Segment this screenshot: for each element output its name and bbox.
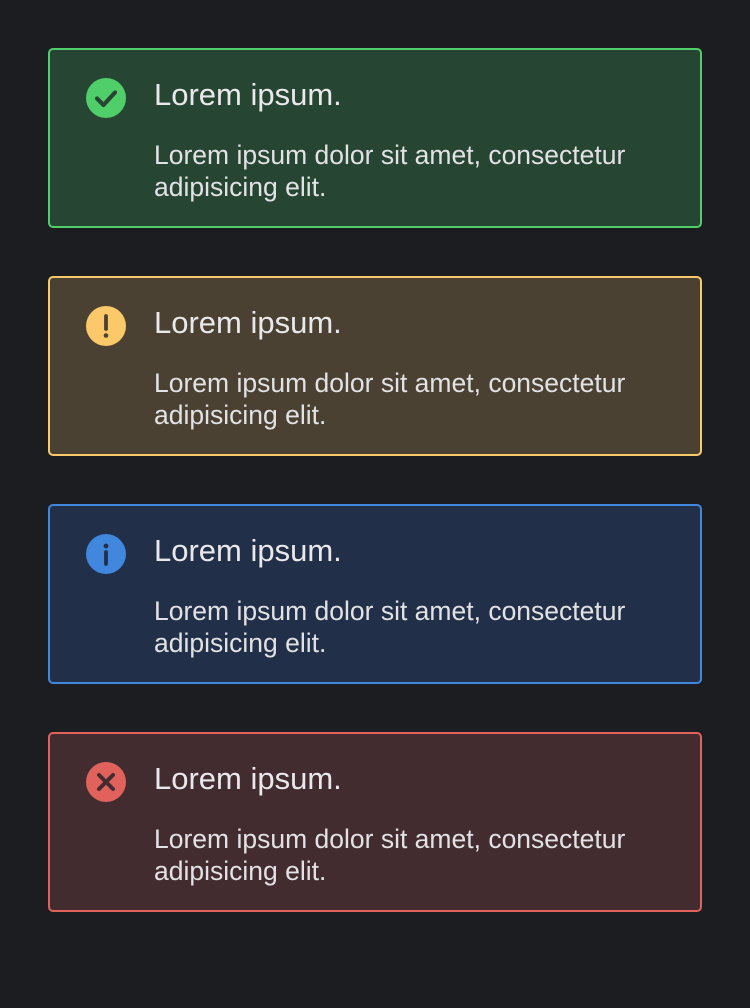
success-alert: Lorem ipsum. Lorem ipsum dolor sit amet,…	[48, 48, 702, 228]
exclamation-circle-icon	[86, 306, 126, 346]
alert-message: Lorem ipsum dolor sit amet, consectetur …	[154, 824, 626, 886]
alert-title: Lorem ipsum.	[154, 761, 342, 796]
alert-message: Lorem ipsum dolor sit amet, consectetur …	[154, 596, 626, 658]
alert-title: Lorem ipsum.	[154, 305, 342, 340]
check-circle-icon	[86, 78, 126, 118]
info-alert: Lorem ipsum. Lorem ipsum dolor sit amet,…	[48, 504, 702, 684]
x-circle-icon	[86, 762, 126, 802]
error-alert: Lorem ipsum. Lorem ipsum dolor sit amet,…	[48, 732, 702, 912]
alert-title: Lorem ipsum.	[154, 77, 342, 112]
alert-title: Lorem ipsum.	[154, 533, 342, 568]
warning-alert: Lorem ipsum. Lorem ipsum dolor sit amet,…	[48, 276, 702, 456]
alert-message: Lorem ipsum dolor sit amet, consectetur …	[154, 368, 626, 430]
alert-message: Lorem ipsum dolor sit amet, consectetur …	[154, 140, 626, 202]
info-circle-icon	[86, 534, 126, 574]
